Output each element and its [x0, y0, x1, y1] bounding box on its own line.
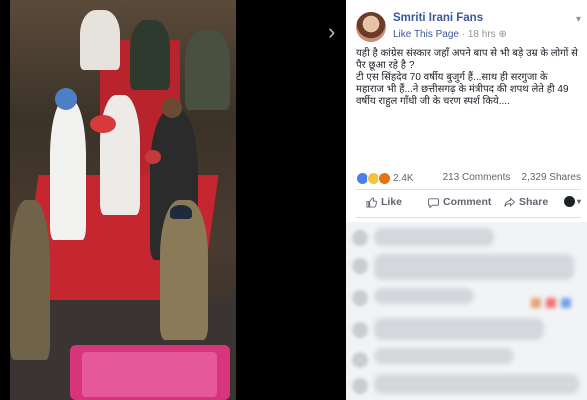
like-page-link[interactable]: Like This Page	[393, 29, 459, 40]
blurred-emoji	[531, 298, 541, 308]
comment-share-counts: 213 Comments 2,329 Shares	[443, 172, 581, 183]
chevron-down-icon: ▾	[576, 197, 581, 206]
post-message: यही है कांग्रेस संस्कार जहाँ अपने बाप से…	[356, 48, 578, 107]
like-button[interactable]: Like	[366, 196, 402, 208]
share-count[interactable]: 2,329 Shares	[522, 172, 582, 183]
post-meta: Like This Page · 18 hrs ⊕	[393, 29, 507, 40]
post-panel: Smriti Irani Fans Like This Page · 18 hr…	[346, 0, 587, 400]
photo-head	[162, 98, 182, 118]
photo-person	[130, 20, 170, 90]
commenter-avatar	[352, 378, 368, 394]
thumbs-up-icon	[366, 196, 377, 208]
count-gap	[513, 172, 519, 183]
photo-person	[185, 30, 230, 110]
comment-icon	[428, 197, 439, 208]
post-time[interactable]: 18 hrs	[468, 29, 496, 40]
reaction-summary[interactable]: 2.4K	[356, 172, 414, 185]
blurred-comment	[374, 254, 574, 280]
share-button[interactable]: Share	[504, 196, 548, 208]
photo-phone-screen	[82, 352, 217, 397]
comment-count[interactable]: 213 Comments	[443, 172, 511, 183]
photo-person	[50, 100, 86, 240]
commenter-avatar	[352, 230, 368, 246]
photo-bouquet	[145, 150, 161, 164]
profile-dot-icon	[563, 196, 575, 207]
photo-officer	[160, 200, 208, 340]
divider	[356, 189, 581, 190]
comments-section	[346, 222, 587, 400]
photo-person	[80, 10, 120, 70]
blurred-emoji	[561, 298, 571, 308]
commenter-avatar	[352, 352, 368, 368]
blurred-emoji	[546, 298, 556, 308]
chevron-down-icon[interactable]: ▾	[576, 14, 581, 25]
photo-officer	[10, 200, 50, 360]
blurred-comment	[374, 288, 474, 304]
reaction-identity-selector[interactable]: ▾	[563, 196, 581, 207]
commenter-avatar	[352, 322, 368, 338]
share-arrow-icon	[504, 196, 515, 207]
commenter-avatar	[352, 258, 368, 274]
page-avatar[interactable]	[356, 12, 386, 42]
blurred-comment	[374, 228, 494, 246]
reaction-count: 2.4K	[393, 173, 414, 184]
page-name-link[interactable]: Smriti Irani Fans	[393, 12, 483, 24]
photo-bouquet	[90, 115, 116, 133]
post-header: Smriti Irani Fans Like This Page · 18 hr…	[356, 10, 581, 44]
commenter-avatar	[352, 290, 368, 306]
post-stats: 2.4K 213 Comments 2,329 Shares	[356, 172, 581, 186]
globe-icon: ⊕	[498, 29, 507, 40]
action-bar: Like Comment Share ▾	[356, 193, 581, 215]
post-photo[interactable]	[10, 0, 236, 400]
like-label: Like	[381, 196, 403, 208]
comment-label: Comment	[443, 196, 492, 208]
photo-person	[100, 95, 140, 215]
blurred-comment	[374, 318, 544, 340]
post-photo-area: ›	[0, 0, 346, 400]
photo-turban	[55, 88, 77, 110]
photo-cap	[170, 205, 192, 219]
share-label: Share	[519, 196, 549, 208]
angry-reaction-icon	[378, 172, 391, 185]
comment-button[interactable]: Comment	[428, 196, 491, 208]
divider	[356, 217, 581, 218]
blurred-comment	[374, 374, 579, 394]
blurred-comment	[374, 348, 514, 364]
next-photo-arrow[interactable]: ›	[328, 20, 342, 44]
